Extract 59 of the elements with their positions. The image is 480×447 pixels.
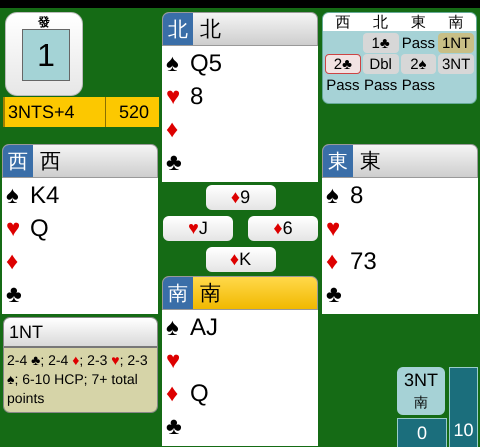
suit-symbol: ♠	[166, 50, 180, 78]
suit-symbol: ♦	[166, 116, 180, 144]
column-header: 西	[323, 13, 363, 31]
player-name: 南	[200, 281, 221, 307]
card-ranks[interactable]: Q	[190, 380, 209, 408]
pass-call[interactable]: Pass	[325, 75, 361, 95]
bid-title: 1NT	[4, 318, 157, 348]
card-ranks[interactable]: 73	[350, 248, 377, 276]
suit-symbol: ♦	[326, 248, 340, 276]
contract-result: 3NTS+4	[5, 97, 106, 127]
suit-symbol: ♠	[6, 182, 20, 210]
played-card: ♥J	[163, 216, 233, 241]
suit-symbol: ♥	[166, 346, 182, 374]
card-ranks[interactable]: Q5	[190, 50, 222, 78]
bid-call[interactable]: 2♣	[325, 54, 361, 74]
pass-call[interactable]: Pass	[400, 33, 436, 53]
column-header: 北	[360, 13, 400, 31]
bid-call[interactable]: 1NT	[438, 33, 474, 53]
card-ranks[interactable]: 8	[190, 82, 204, 110]
seat-badge: 北	[163, 13, 193, 45]
suit-symbol: ♣	[6, 280, 23, 308]
played-card: ♦K	[206, 247, 276, 272]
column-header: 南	[436, 13, 476, 31]
pass-call[interactable]: Pass	[400, 75, 436, 95]
suit-symbol: ♥	[326, 214, 342, 242]
suit-symbol: ♦	[166, 380, 180, 408]
card-ranks[interactable]: AJ	[190, 314, 218, 342]
player-name: 西	[40, 149, 61, 175]
card-ranks[interactable]: K4	[30, 182, 60, 210]
suit-symbol: ♠	[326, 182, 340, 210]
bid-call[interactable]: Dbl	[362, 54, 398, 74]
seat-badge: 南	[163, 277, 193, 309]
suit-symbol: ♥	[166, 82, 182, 110]
card-ranks[interactable]: Q	[30, 214, 49, 242]
suit-symbol: ♥	[6, 214, 22, 242]
tricks-count: 10	[449, 367, 478, 447]
played-card: ♦9	[206, 185, 276, 210]
suit-symbol: ♣	[166, 148, 183, 176]
bid-call[interactable]: 1♣	[362, 33, 398, 53]
bid-explanation: 2-4 ♣; 2-4 ♦; 2-3 ♥; 2-3 ♠; 6-10 HCP; 7+ total points	[4, 348, 157, 412]
tricks-count: 0	[397, 418, 447, 447]
seat-badge: 東	[323, 145, 353, 177]
board-label: 發	[37, 14, 51, 31]
seat-badge: 西	[3, 145, 33, 177]
bid-call[interactable]: 2♠	[400, 54, 436, 74]
column-header: 東	[398, 13, 438, 31]
suit-symbol: ♠	[166, 314, 180, 342]
contract-card: 3NT 南	[397, 367, 445, 415]
board-number: 1	[22, 29, 70, 81]
pass-call[interactable]: Pass	[362, 75, 398, 95]
bid-call[interactable]: 3NT	[438, 54, 474, 74]
played-card: ♦6	[248, 216, 318, 241]
player-name: 東	[360, 149, 381, 175]
suit-symbol: ♣	[326, 280, 343, 308]
suit-symbol: ♦	[6, 248, 20, 276]
player-name: 北	[200, 17, 221, 43]
score: 520	[118, 100, 150, 124]
card-ranks[interactable]: 8	[350, 182, 364, 210]
suit-symbol: ♣	[166, 412, 183, 440]
